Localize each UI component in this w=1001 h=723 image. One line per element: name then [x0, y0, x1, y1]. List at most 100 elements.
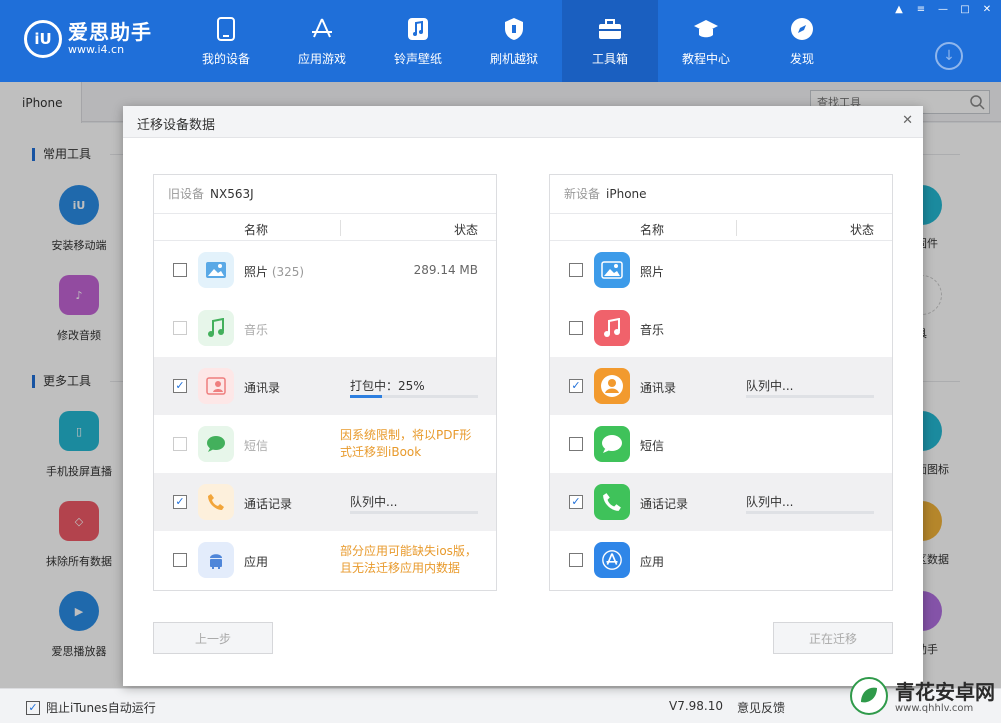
leaf-logo-icon — [849, 676, 889, 719]
column-header: 名称 状态 — [550, 213, 892, 241]
watermark: 青花安卓网 www.qhhlv.com — [849, 676, 995, 719]
nav-label: 刷机越狱 — [489, 51, 538, 66]
column-status: 状态 — [453, 223, 478, 237]
item-progress-text: 打包中：25% — [350, 379, 425, 393]
list-item-contacts[interactable]: ✓ 通讯录 队列中... — [550, 357, 892, 415]
column-status: 状态 — [849, 223, 874, 237]
migrating-button[interactable]: 正在迁移 — [773, 622, 893, 654]
graduation-cap-icon — [693, 16, 719, 42]
close-icon[interactable]: ✕ — [979, 4, 995, 16]
dialog-title: 迁移设备数据 — [137, 118, 216, 133]
watermark-url: www.qhhlv.com — [895, 702, 974, 714]
feedback-link[interactable]: 意见反馈 — [737, 699, 785, 716]
toolbox-icon — [597, 16, 623, 42]
skin-icon[interactable]: ▲ — [891, 4, 907, 16]
list-item-call-log[interactable]: ✓ 通话记录 队列中... — [550, 473, 892, 531]
nav-label: 应用游戏 — [297, 51, 346, 66]
list-item-photos[interactable]: 照片 — [550, 241, 892, 299]
nav-label: 教程中心 — [681, 51, 730, 66]
close-icon[interactable]: ✕ — [902, 113, 913, 128]
item-name: 通讯录 — [640, 381, 677, 395]
progress-bar — [350, 511, 478, 514]
logo-name: 爱思助手 — [68, 20, 152, 44]
item-progress-text: 队列中... — [350, 495, 398, 509]
old-device-header: 旧设备 NX563J — [154, 175, 496, 213]
nav-discover[interactable]: 发现 — [754, 0, 850, 82]
checkbox[interactable]: ✓ — [569, 495, 583, 509]
nav-label: 发现 — [789, 51, 814, 66]
list-item-music[interactable]: 音乐 — [550, 299, 892, 357]
list-item-apps[interactable]: 应用 部分应用可能缺失ios版，且无法迁移应用内数据 — [154, 531, 496, 589]
list-item-photos[interactable]: 照片 (325) 289.14 MB — [154, 241, 496, 299]
phone-call-icon — [198, 484, 234, 520]
list-item-apps[interactable]: 应用 — [550, 531, 892, 589]
contacts-icon — [198, 368, 234, 404]
download-icon[interactable]: ↓ — [935, 42, 963, 70]
photos-icon — [198, 252, 234, 288]
item-name: 照片 — [640, 265, 665, 279]
column-name: 名称 — [244, 223, 269, 237]
nav-apps-games[interactable]: 应用游戏 — [274, 0, 370, 82]
progress-bar — [746, 511, 874, 514]
nav-my-device[interactable]: 我的设备 — [178, 0, 274, 82]
item-note: 因系统限制，将以PDF形式迁移到iBook — [340, 428, 472, 459]
checkbox[interactable] — [173, 553, 187, 567]
watermark-title: 青花安卓网 — [895, 679, 995, 704]
checkbox[interactable] — [569, 321, 583, 335]
phone-icon — [213, 16, 239, 42]
checkbox[interactable]: ✓ — [173, 379, 187, 393]
new-device-name: iPhone — [606, 187, 647, 201]
block-itunes-label: 阻止iTunes自动运行 — [46, 701, 156, 715]
previous-step-button[interactable]: 上一步 — [153, 622, 273, 654]
list-item-call-log[interactable]: ✓ 通话记录 队列中... — [154, 473, 496, 531]
minimize-icon[interactable]: — — [935, 4, 951, 16]
messages-icon — [594, 426, 630, 462]
menu-icon[interactable]: ≡ — [913, 4, 929, 16]
list-item-contacts[interactable]: ✓ 通讯录 打包中：25% — [154, 357, 496, 415]
logo-mark: iU — [24, 20, 62, 58]
block-itunes-checkbox[interactable]: ✓ — [26, 700, 40, 715]
shield-icon — [501, 16, 527, 42]
block-itunes-option[interactable]: ✓ 阻止iTunes自动运行 — [26, 699, 156, 716]
item-progress-text: 队列中... — [746, 495, 794, 509]
list-item-messages: 短信 因系统限制，将以PDF形式迁移到iBook — [154, 415, 496, 473]
nav-toolbox[interactable]: 工具箱 — [562, 0, 658, 82]
checkbox[interactable] — [569, 437, 583, 451]
old-device-panel: 旧设备 NX563J 名称 状态 照片 (325) 289.14 MB 音乐 ✓ … — [153, 174, 497, 591]
item-note: 部分应用可能缺失ios版，且无法迁移应用内数据 — [340, 544, 477, 575]
checkbox[interactable] — [569, 553, 583, 567]
checkbox[interactable]: ✓ — [569, 379, 583, 393]
checkbox[interactable] — [173, 263, 187, 277]
checkbox[interactable] — [569, 263, 583, 277]
main-nav: 我的设备 应用游戏 铃声壁纸 刷机越狱 工具箱 教程中心 发现 — [178, 0, 850, 82]
nav-label: 工具箱 — [591, 51, 628, 66]
checkbox[interactable]: ✓ — [173, 495, 187, 509]
maximize-icon[interactable]: □ — [957, 4, 973, 16]
checkbox — [173, 321, 187, 335]
app-store-icon — [309, 16, 335, 42]
column-divider — [736, 220, 737, 236]
messages-icon — [198, 426, 234, 462]
nav-tutorials[interactable]: 教程中心 — [658, 0, 754, 82]
new-device-panel: 新设备 iPhone 名称 状态 照片 音乐 ✓ 通讯录 队列中... 短信 ✓… — [549, 174, 893, 591]
old-device-label: 旧设备 — [168, 187, 205, 201]
nav-label: 铃声壁纸 — [393, 51, 442, 66]
music-icon — [594, 310, 630, 346]
item-name: 短信 — [244, 439, 269, 453]
android-icon — [198, 542, 234, 578]
logo-url: www.i4.cn — [68, 43, 125, 56]
old-device-name: NX563J — [210, 187, 254, 201]
column-divider — [340, 220, 341, 236]
migrate-data-dialog: 迁移设备数据 ✕ 旧设备 NX563J 名称 状态 照片 (325) 289.14… — [123, 106, 923, 686]
column-header: 名称 状态 — [154, 213, 496, 241]
nav-label: 我的设备 — [201, 51, 250, 66]
list-item-messages[interactable]: 短信 — [550, 415, 892, 473]
progress-bar — [350, 395, 478, 398]
new-device-header: 新设备 iPhone — [550, 175, 892, 213]
item-progress-text: 队列中... — [746, 379, 794, 393]
app-logo: iU 爱思助手 www.i4.cn — [24, 20, 152, 58]
nav-flash-jailbreak[interactable]: 刷机越狱 — [466, 0, 562, 82]
photos-icon — [594, 252, 630, 288]
nav-ringtones-wallpapers[interactable]: 铃声壁纸 — [370, 0, 466, 82]
item-name: 音乐 — [640, 323, 665, 337]
